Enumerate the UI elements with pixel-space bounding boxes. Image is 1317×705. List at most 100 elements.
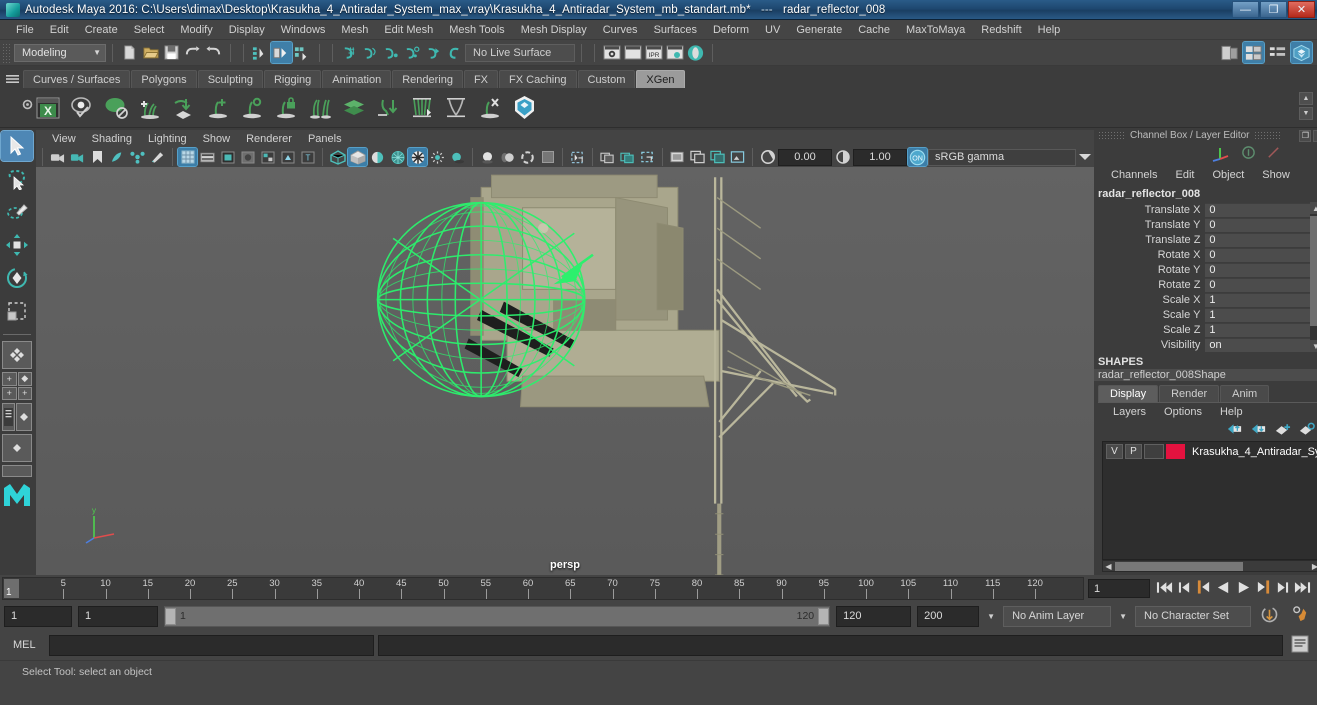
channel-label[interactable]: Translate Y	[1094, 219, 1205, 231]
screen-space-ao-icon[interactable]	[478, 148, 497, 166]
layer-editor-tab-anim[interactable]: Anim	[1220, 385, 1270, 402]
scroll-thumb[interactable]	[1310, 216, 1317, 326]
gamma-field[interactable]: 1.00	[853, 148, 907, 166]
menu-item-surfaces[interactable]: Surfaces	[646, 20, 705, 40]
step-forward-frame-icon[interactable]	[1256, 579, 1271, 598]
close-panel-icon[interactable]: ✕	[1313, 129, 1317, 142]
xgen-preview-icon[interactable]	[68, 93, 96, 123]
snap-to-view-plane-icon[interactable]	[423, 42, 444, 63]
range-start-handle[interactable]	[165, 607, 176, 625]
use-default-lighting-icon[interactable]	[428, 148, 447, 166]
channel-label[interactable]: Rotate Y	[1094, 264, 1205, 276]
step-forward-keyframe-icon[interactable]	[1276, 580, 1289, 598]
xray-icon[interactable]	[568, 148, 587, 166]
xgen-shield-icon[interactable]	[510, 93, 538, 123]
motion-blur-icon[interactable]	[498, 148, 517, 166]
image-plane-icon[interactable]	[108, 148, 127, 166]
show-hide-tool-settings-icon[interactable]	[1290, 41, 1313, 64]
time-slider[interactable]: 1 5 10 15 20 25 30 35 40 45 50 55 60 65 70 75 80 85 90 95 1…	[2, 577, 1084, 600]
chevron-down-icon[interactable]	[1075, 148, 1094, 166]
select-by-object-icon[interactable]	[270, 41, 293, 64]
anim-layer-combo[interactable]: No Anim Layer	[1003, 605, 1112, 627]
show-hide-attribute-editor-icon[interactable]	[1267, 42, 1288, 63]
script-editor-icon[interactable]	[1287, 635, 1313, 656]
new-scene-icon[interactable]	[119, 42, 140, 63]
xgen-remove-icon[interactable]	[476, 93, 504, 123]
undo-icon[interactable]	[182, 42, 203, 63]
menu-item-edit-mesh[interactable]: Edit Mesh	[376, 20, 441, 40]
menu-item-cache[interactable]: Cache	[850, 20, 898, 40]
layer-list-horizontal-scrollbar[interactable]: ◀ ▶	[1102, 560, 1317, 572]
menu-item-mesh-tools[interactable]: Mesh Tools	[441, 20, 512, 40]
layer-display-type-toggle[interactable]	[1144, 444, 1164, 459]
xgen-guide-region-icon[interactable]	[238, 93, 266, 123]
textured-icon[interactable]	[407, 147, 428, 167]
menu-item-edit[interactable]: Edit	[42, 20, 77, 40]
shelf-options-icon[interactable]	[20, 97, 35, 115]
snap-to-curve-icon[interactable]	[360, 42, 381, 63]
shadows-icon[interactable]	[448, 148, 467, 166]
snap-to-point-icon[interactable]	[381, 42, 402, 63]
hypershade-icon[interactable]	[685, 42, 706, 63]
move-layer-up-icon[interactable]	[1226, 422, 1243, 439]
current-time-indicator[interactable]: 1	[4, 579, 19, 598]
wireframe-on-shaded-icon[interactable]	[388, 148, 407, 166]
channel-label[interactable]: Translate Z	[1094, 234, 1205, 246]
animation-preferences-icon[interactable]	[1288, 605, 1313, 627]
select-by-hierarchy-icon[interactable]	[250, 42, 271, 63]
undock-panel-icon[interactable]: ❐	[1299, 129, 1312, 142]
step-back-frame-icon[interactable]	[1196, 579, 1211, 598]
show-hide-channel-box-icon[interactable]	[1242, 41, 1265, 64]
viewport-menu-renderer[interactable]: Renderer	[238, 133, 300, 145]
grease-pencil-icon[interactable]	[148, 148, 167, 166]
select-by-component-icon[interactable]	[292, 42, 313, 63]
xray-joints-icon[interactable]	[598, 148, 617, 166]
multisample-icon[interactable]	[518, 148, 537, 166]
show-hide-editors-icon[interactable]	[1219, 42, 1240, 63]
close-button[interactable]: ✕	[1288, 1, 1315, 18]
perspective-viewport[interactable]: y persp	[36, 167, 1094, 575]
viewport-menu-lighting[interactable]: Lighting	[140, 133, 195, 145]
menu-item-deform[interactable]: Deform	[705, 20, 757, 40]
menu-set-selector[interactable]: Modeling ▼	[14, 43, 106, 62]
menu-item-mesh[interactable]: Mesh	[333, 20, 376, 40]
menu-item-curves[interactable]: Curves	[595, 20, 646, 40]
wireframe-icon[interactable]	[328, 148, 347, 166]
layer-color-swatch[interactable]	[1166, 444, 1185, 459]
persp-pane-icon[interactable]	[16, 403, 32, 431]
channel-value-field[interactable]: 0	[1205, 277, 1317, 292]
shelf-tab-rendering[interactable]: Rendering	[392, 70, 463, 88]
xgen-bend-icon[interactable]	[374, 93, 402, 123]
restore-button[interactable]: ❐	[1260, 1, 1287, 18]
layer-name-label[interactable]: Krasukha_4_Antiradar_Sy	[1187, 446, 1317, 458]
play-backwards-icon[interactable]	[1216, 580, 1231, 598]
select-camera-icon[interactable]	[48, 148, 67, 166]
menu-item-redshift[interactable]: Redshift	[973, 20, 1029, 40]
menu-item-windows[interactable]: Windows	[273, 20, 334, 40]
channel-value-field[interactable]: 0	[1205, 247, 1317, 262]
step-back-keyframe-icon[interactable]	[1178, 580, 1191, 598]
redo-icon[interactable]	[203, 42, 224, 63]
channel-label[interactable]: Scale Y	[1094, 309, 1205, 321]
shelf-tab-animation[interactable]: Animation	[322, 70, 392, 88]
layer-editor-tab-display[interactable]: Display	[1098, 385, 1159, 402]
lasso-select-tool[interactable]	[1, 164, 33, 194]
minimize-button[interactable]: —	[1232, 1, 1259, 18]
four-view-layout[interactable]: + ◆ + +	[2, 372, 32, 400]
panel-grip[interactable]	[1098, 131, 1126, 140]
viewport-menu-panels[interactable]: Panels	[300, 133, 350, 145]
shapes-item[interactable]: radar_reflector_008Shape	[1094, 369, 1317, 381]
channel-value-field[interactable]: 0	[1205, 232, 1317, 247]
color-management-toggle-icon[interactable]: ON	[907, 147, 928, 167]
display-layer-list[interactable]: V P Krasukha_4_Antiradar_Sy	[1102, 441, 1317, 560]
channel-box-menu-object[interactable]: Object	[1203, 169, 1253, 181]
toolbar-grip[interactable]	[2, 42, 11, 63]
range-slider-bar[interactable]: 1 120	[164, 605, 831, 627]
lock-unlock-icon[interactable]	[1241, 145, 1256, 163]
shade-flat-icon[interactable]	[368, 148, 387, 166]
command-language-label[interactable]: MEL	[4, 639, 45, 651]
film-origin-icon[interactable]	[258, 148, 277, 166]
xgen-add-description-icon[interactable]	[136, 93, 164, 123]
channel-box-scrollbar[interactable]: ▲ ▼	[1310, 202, 1317, 352]
shelf-scroll-up-icon[interactable]: ▲	[1299, 92, 1313, 105]
